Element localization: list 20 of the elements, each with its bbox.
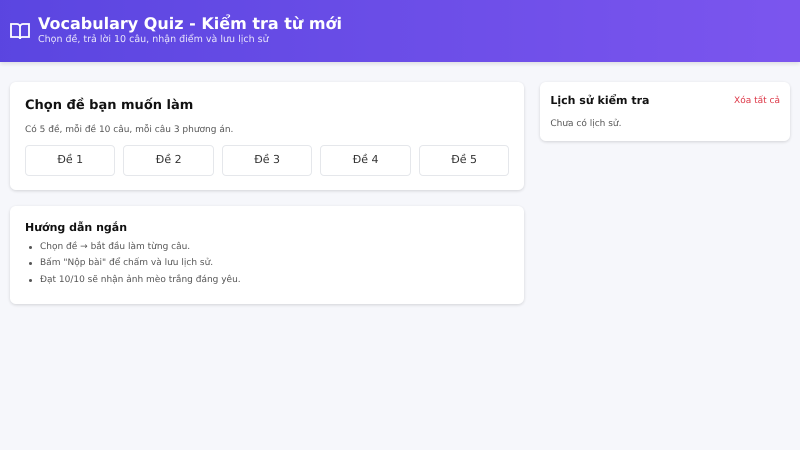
- exam-button[interactable]: Đề 2: [123, 145, 214, 176]
- card-title: Lịch sử kiểm tra: [550, 93, 650, 109]
- empty-history-text: Chưa có lịch sử.: [550, 118, 622, 130]
- app-subtitle: Chọn đề, trả lời 10 câu, nhận điểm và lưu lịch sử: [38, 33, 270, 48]
- guide-item: Chọn đề → bắt đầu làm từng câu.: [40, 240, 190, 254]
- exam-button[interactable]: Đề 4: [320, 145, 411, 176]
- bullet-icon: [29, 262, 32, 266]
- guide-item: Bấm "Nộp bài" để chấm và lưu lịch sử.: [40, 257, 214, 270]
- clear-all-link[interactable]: Xóa tất cả: [734, 94, 780, 108]
- exam-button[interactable]: Đề 1: [25, 145, 116, 176]
- card-title: Chọn đề bạn muốn làm: [25, 96, 194, 115]
- guide-item: Đạt 10/10 sẽ nhận ảnh mèo trắng đáng yêu.: [40, 274, 241, 286]
- bullet-icon: [29, 246, 32, 249]
- bullet-icon: [29, 278, 32, 282]
- app-title: Vocabulary Quiz - Kiểm tra từ mới: [38, 14, 342, 34]
- exam-button[interactable]: Đề 3: [222, 145, 312, 176]
- book-icon: [10, 22, 30, 40]
- card-title: Hướng dẫn ngắn: [25, 220, 128, 236]
- exam-button[interactable]: Đề 5: [418, 145, 510, 176]
- card-description: Có 5 đề, mỗi đề 10 câu, mỗi câu 3 phương án.: [25, 124, 234, 136]
